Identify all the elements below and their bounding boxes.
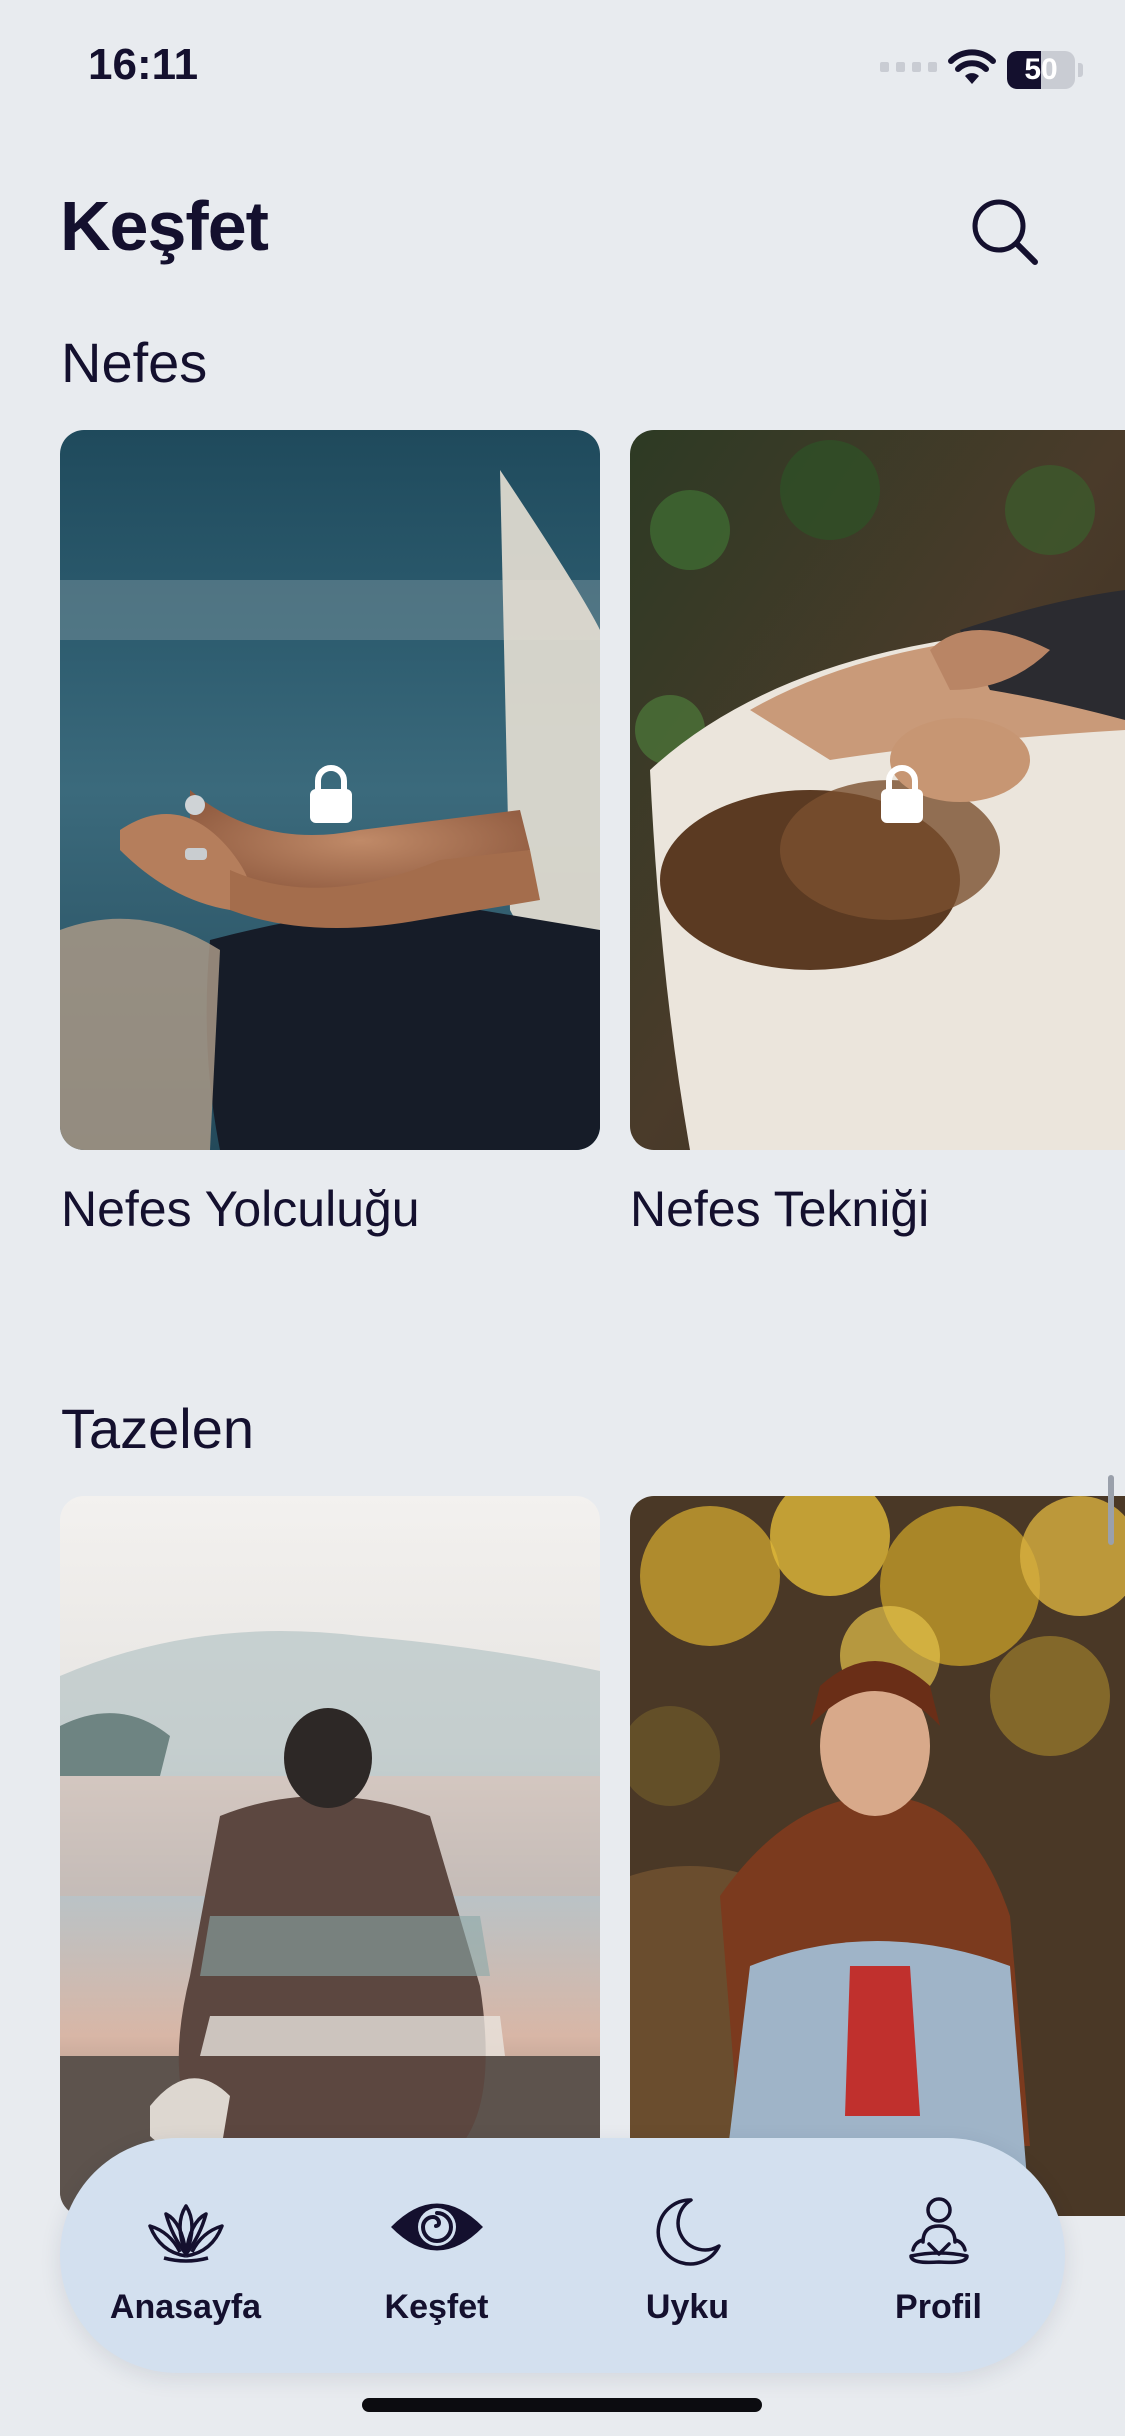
card-label: Nefes Yolculuğu (61, 1181, 420, 1237)
status-time: 16:11 (88, 40, 199, 89)
search-icon[interactable] (965, 192, 1045, 272)
page-title: Keşfet (60, 187, 269, 265)
home-indicator[interactable] (362, 2398, 762, 2412)
card-tazelen-2[interactable] (630, 1496, 1125, 2216)
status-bar: 16:11 50 (0, 0, 1125, 140)
eye-icon (390, 2203, 483, 2251)
cellular-signal-icon (880, 62, 937, 72)
tab-uyku[interactable]: Uyku (562, 2138, 813, 2373)
battery-level: 50 (1024, 53, 1058, 86)
tab-kesfet[interactable]: Keşfet (311, 2138, 562, 2373)
tab-label: Anasayfa (109, 2288, 262, 2326)
card-nefes-teknigi[interactable] (630, 430, 1125, 1150)
tab-label: Uyku (645, 2288, 730, 2326)
lock-icon (881, 765, 923, 823)
meditating-person-icon (908, 2197, 969, 2265)
moon-icon (655, 2198, 721, 2266)
section-title-tazelen: Tazelen (61, 1397, 255, 1460)
tab-profil[interactable]: Profil (813, 2138, 1064, 2373)
card-label: Nefes Tekniği (630, 1181, 930, 1237)
person-in-blanket-by-lake-photo (60, 1496, 600, 2216)
tab-bar: Anasayfa Keşfet Uyku Profil (60, 2138, 1065, 2373)
woman-lying-on-rug-photo (630, 430, 1125, 1150)
scroll-indicator[interactable] (1108, 1475, 1114, 1545)
tab-label: Profil (895, 2288, 982, 2326)
tab-anasayfa[interactable]: Anasayfa (60, 2138, 311, 2373)
lock-icon (310, 765, 352, 823)
lotus-icon (147, 2204, 224, 2263)
section-title-nefes: Nefes (61, 331, 208, 394)
card-nefes-yolculugu[interactable] (60, 430, 600, 1150)
tab-label: Keşfet (384, 2288, 489, 2326)
wifi-icon (948, 49, 996, 84)
woman-under-yellow-tree-photo (630, 1496, 1125, 2216)
battery-icon: 50 (1007, 51, 1075, 89)
card-tazelen-1[interactable] (60, 1496, 600, 2216)
